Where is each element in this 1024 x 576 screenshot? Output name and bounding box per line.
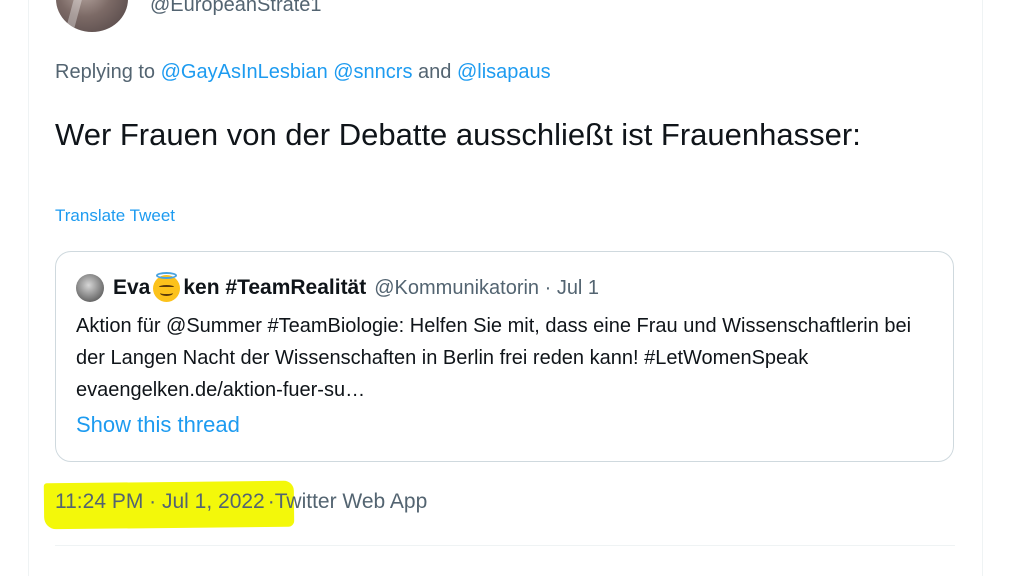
show-thread-link[interactable]: Show this thread [76,412,240,438]
emoji-eyes [159,284,175,289]
quoted-author-avatar[interactable] [76,274,104,302]
replying-conjunction: and [412,61,457,83]
smiling-face-with-halo-icon [153,271,181,302]
translate-tweet-link[interactable]: Translate Tweet [55,206,175,226]
author-handle[interactable]: @EuropeanStrate1 [150,0,322,17]
tweet-page: @EuropeanStrate1 Replying to @GayAsInLes… [0,0,1024,576]
tweet-source: Twitter Web App [274,490,428,513]
quoted-tweet-card[interactable]: Eva ken #TeamRealität @Kommunikatorin · … [55,251,954,462]
tweet-text: Wer Frauen von der Debatte ausschließt i… [55,117,861,152]
replying-to: Replying to @GayAsInLesbian @snncrs and … [55,61,551,84]
emoji-smile [160,290,174,296]
mention-link-3[interactable]: @lisapaus [457,61,551,83]
avatar-detail [65,0,91,32]
quoted-tweet-text: Aktion für @Summer #TeamBiologie: Helfen… [76,315,912,401]
mention-link-1[interactable]: @GayAsInLesbian [161,61,328,83]
metadata-separator: · [267,490,275,513]
tweet-metadata: 11:24 PM · Jul 1, 2022 · Twitter Web App [55,490,427,514]
column-border-right [982,0,983,576]
author-avatar[interactable] [56,0,128,32]
quoted-author-handle-date: @Kommunikatorin · Jul 1 [374,276,600,299]
quoted-author-name-part-2: ken #TeamRealität [183,276,367,299]
footer-divider [55,545,955,546]
tweet-timestamp[interactable]: 11:24 PM · Jul 1, 2022 [55,490,265,514]
quoted-tweet-header: Eva ken #TeamRealität @Kommunikatorin · … [76,271,600,302]
mention-link-2[interactable]: @snncrs [333,61,412,83]
halo-shape [156,271,178,279]
column-border-left [28,0,29,576]
quoted-author-name-part-1: Eva [113,276,151,299]
replying-prefix: Replying to [55,61,161,83]
